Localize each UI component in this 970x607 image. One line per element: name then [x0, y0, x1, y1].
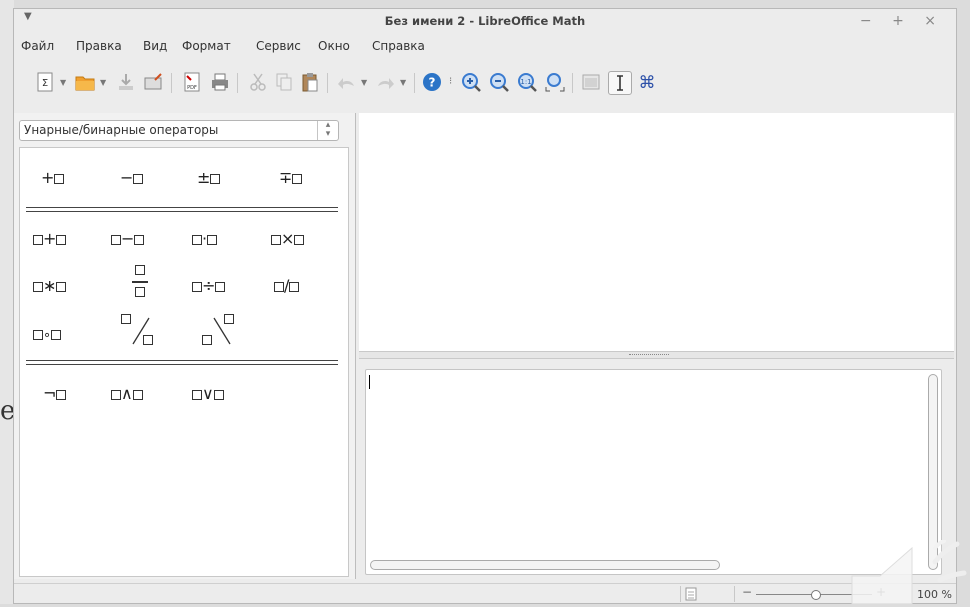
element-multiplication-star[interactable]: ∗: [33, 276, 67, 295]
zoom-slider-handle[interactable]: [811, 590, 821, 600]
element-wide-backslash[interactable]: [202, 314, 242, 350]
zoom-100-icon[interactable]: 1:1: [516, 71, 538, 93]
undo-dropdown-icon[interactable]: ▼: [361, 78, 367, 87]
redo-icon[interactable]: [374, 71, 396, 93]
element-division[interactable]: ÷: [192, 276, 226, 295]
toolbar-grip-icon: ⁝: [449, 76, 453, 87]
element-boolean-and[interactable]: ∧: [111, 384, 143, 403]
text-cursor: [369, 375, 370, 389]
show-all-icon[interactable]: [544, 71, 566, 93]
update-icon[interactable]: [580, 71, 602, 93]
open-dropdown-icon[interactable]: ▼: [100, 78, 106, 87]
elements-sidebar: Унарные/бинарные операторы ▴ ▾ + − ± ∓ + …: [14, 113, 356, 579]
zoom-in-icon[interactable]: [460, 71, 482, 93]
chevron-updown-icon[interactable]: ▴ ▾: [317, 121, 338, 140]
standard-toolbar: Σ ▼ ▼ PDF ▼ ▼ ? ⁝ 1:1 ⌘: [14, 65, 956, 101]
menu-window[interactable]: Окно: [318, 39, 350, 53]
menu-tools[interactable]: Сервис: [256, 39, 301, 53]
element-boolean-or[interactable]: ∨: [192, 384, 224, 403]
element-fraction[interactable]: [132, 265, 148, 301]
save-icon[interactable]: [115, 71, 137, 93]
zoom-out-button[interactable]: −: [742, 585, 752, 599]
element-wide-slash[interactable]: [121, 314, 161, 350]
splitter-grip-icon[interactable]: [629, 354, 669, 357]
symbols-icon[interactable]: ⌘: [636, 71, 658, 93]
element-addition[interactable]: +: [33, 229, 67, 248]
slide-background: [0, 0, 14, 604]
document-status-icon: [684, 587, 698, 601]
svg-text:⌘: ⌘: [639, 73, 656, 93]
cut-icon[interactable]: [247, 71, 269, 93]
elements-divider: [26, 360, 338, 365]
elements-grid: + − ± ∓ + − · × ∗ ÷ / ∘ ¬ ∧ ∨: [19, 147, 349, 577]
formula-cursor-icon[interactable]: [608, 71, 632, 95]
email-icon[interactable]: [143, 71, 165, 93]
element-subtraction[interactable]: −: [111, 229, 145, 248]
undo-icon[interactable]: [336, 71, 358, 93]
export-pdf-icon[interactable]: PDF: [181, 71, 203, 93]
open-folder-icon[interactable]: [74, 71, 96, 93]
toolbar-separator: [327, 73, 328, 93]
menu-file[interactable]: Файл: [21, 39, 54, 53]
element-concatenation[interactable]: ∘: [33, 324, 62, 343]
menu-edit[interactable]: Правка: [76, 39, 122, 53]
element-boolean-not[interactable]: ¬: [43, 384, 67, 403]
redo-dropdown-icon[interactable]: ▼: [400, 78, 406, 87]
new-formula-icon[interactable]: Σ: [34, 71, 56, 93]
toolbar-separator: [171, 73, 172, 93]
help-icon[interactable]: ?: [421, 71, 443, 93]
element-unary-plus[interactable]: +: [41, 168, 65, 187]
svg-text:Σ: Σ: [42, 78, 48, 89]
window-title: Без имени 2 - LibreOffice Math: [384, 14, 586, 28]
svg-text:PDF: PDF: [187, 85, 197, 91]
menu-view[interactable]: Вид: [143, 39, 167, 53]
speaker-icon: [845, 539, 970, 605]
elements-category-label: Унарные/бинарные операторы: [24, 123, 219, 137]
element-plus-minus[interactable]: ±: [197, 168, 221, 187]
formula-preview-area[interactable]: [359, 113, 954, 351]
menu-help[interactable]: Справка: [372, 39, 425, 53]
status-separator: [734, 586, 735, 602]
element-unary-minus[interactable]: −: [120, 168, 144, 187]
horizontal-scrollbar[interactable]: [370, 560, 720, 570]
toolbar-separator: [237, 73, 238, 93]
element-multiplication-dot[interactable]: ·: [192, 229, 218, 248]
toolbar-separator: [572, 73, 573, 93]
title-bar[interactable]: ▼ Без имени 2 - LibreOffice Math − + ×: [14, 9, 956, 33]
new-dropdown-icon[interactable]: ▼: [60, 78, 66, 87]
svg-text:1:1: 1:1: [520, 78, 531, 86]
toolbar-separator: [414, 73, 415, 93]
element-slash-division[interactable]: /: [274, 276, 300, 295]
elements-category-select[interactable]: Унарные/бинарные операторы ▴ ▾: [19, 120, 339, 141]
status-separator: [680, 586, 681, 602]
libreoffice-math-window: ▼ Без имени 2 - LibreOffice Math − + × Ф…: [13, 8, 957, 604]
element-minus-plus[interactable]: ∓: [279, 168, 303, 187]
copy-icon[interactable]: [273, 71, 295, 93]
menu-format[interactable]: Формат: [182, 39, 231, 53]
elements-divider: [26, 207, 338, 212]
window-controls[interactable]: − + ×: [860, 13, 944, 29]
print-icon[interactable]: [209, 71, 231, 93]
paste-icon[interactable]: [299, 71, 321, 93]
status-bar: − + 100 %: [14, 583, 956, 603]
svg-text:?: ?: [429, 76, 436, 90]
zoom-out-icon[interactable]: [488, 71, 510, 93]
element-multiplication-cross[interactable]: ×: [271, 229, 305, 248]
